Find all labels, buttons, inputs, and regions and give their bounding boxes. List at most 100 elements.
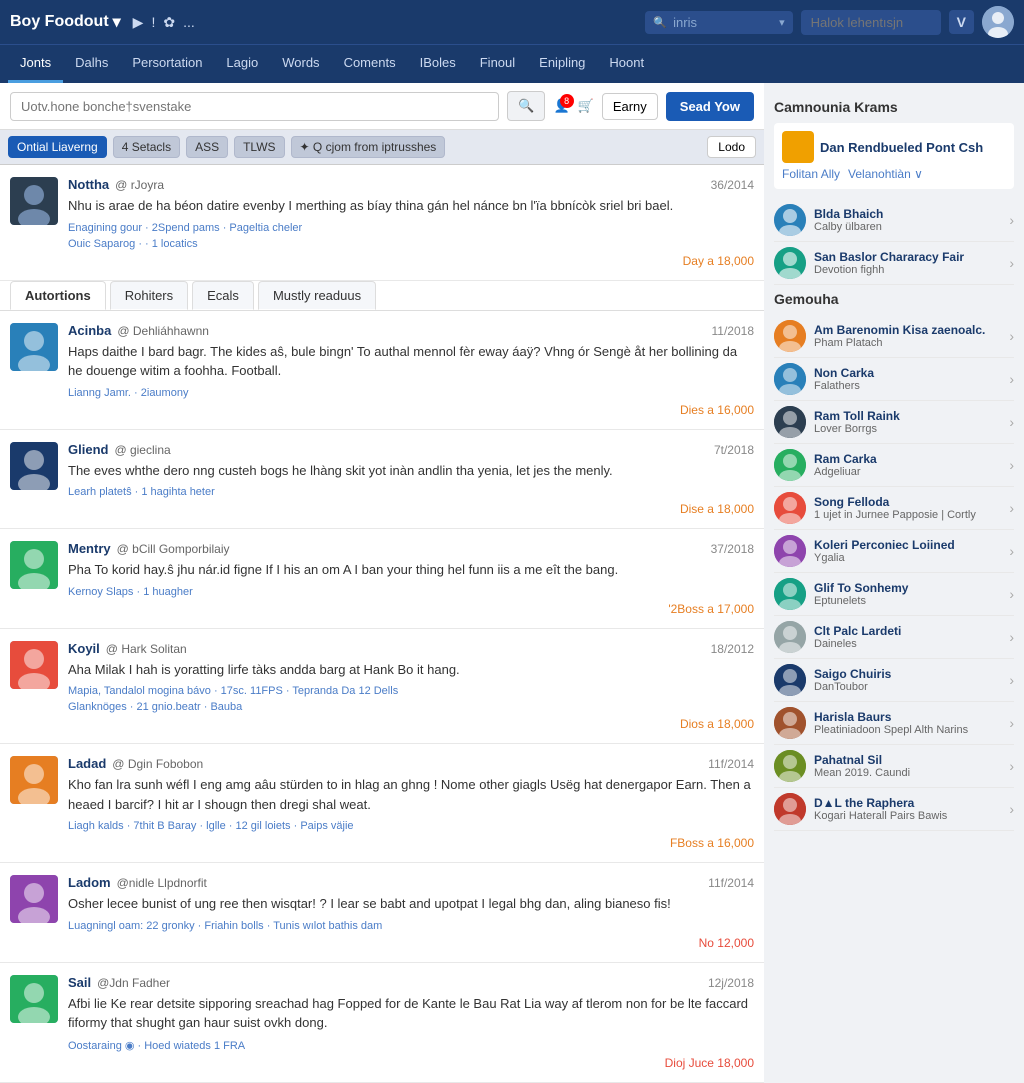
sidebar-user-blda[interactable]: Blda Bhaich Calby ülbaren ›	[774, 199, 1014, 242]
nav-item-enipling[interactable]: Enipling	[527, 45, 597, 83]
sidebar-community-user[interactable]: Non Carka Falathers ›	[774, 358, 1014, 401]
top-search-input[interactable]	[673, 15, 773, 30]
post-handle-4: @ Hark Solitan	[106, 642, 187, 656]
sidebar-avatar-blda	[774, 204, 806, 236]
post-footer-6: No 12,000	[68, 936, 754, 950]
post-meta-0a[interactable]: Enagining gour · 2Spend pams · Pageltia …	[68, 222, 754, 234]
sidebar-community-user[interactable]: Song Felloda 1 ujet in Jurnee Papposie |…	[774, 487, 1014, 530]
sidebar-user-san-name: San Baslor Chararacy Fair	[814, 250, 1001, 264]
post-item: Acinba @ Dehliáhhawnn 11/2018 Haps daith…	[0, 311, 764, 430]
community-user-avatar	[774, 449, 806, 481]
sidebar-community-user[interactable]: Saigo Chuiris DanToubor ›	[774, 659, 1014, 702]
nav-icons: ▶ ! ✿ ...	[133, 14, 195, 31]
post-handle-6: @nidle Llpdnorfit	[117, 876, 207, 890]
community-user-name: Ram Toll Raink	[814, 409, 1001, 423]
community-user-avatar	[774, 406, 806, 438]
post-text-4: Aha Milak I hah is yoratting lirfe tàks …	[68, 660, 754, 680]
post-footer-2: Dise a 18,000	[68, 502, 754, 516]
community-user-sub: 1 ujet in Jurnee Papposie | Cortly	[814, 509, 1001, 521]
brand-dropdown-arrow[interactable]: ▾	[113, 12, 121, 32]
main-layout: 🔍 👤 8 🛒 Earny Sead Yow Ontial Liaverng 4…	[0, 83, 1024, 1083]
sidebar-community-user[interactable]: Pahatnal Sil Mean 2019. Caundi ›	[774, 745, 1014, 788]
nav-item-finoul[interactable]: Finoul	[468, 45, 527, 83]
nav-item-lagio[interactable]: Lagio	[214, 45, 270, 83]
community-user-sub: Pham Platach	[814, 337, 1001, 349]
post-meta-6[interactable]: Luagningl oam: 22 gronky · Friahin bolls…	[68, 920, 754, 932]
tab-mustly[interactable]: Mustly readuus	[258, 281, 376, 310]
post-item: Mentry @ bCill Gomporbilaiy 37/2018 Pha …	[0, 529, 764, 629]
post-date-0: 36/2014	[711, 178, 754, 192]
notification-icon[interactable]: 👤 8	[553, 98, 569, 114]
tab-ecals[interactable]: Ecals	[192, 281, 254, 310]
nav-item-jonts[interactable]: Jonts	[8, 45, 63, 83]
filter-tag-setacls[interactable]: 4 Setacls	[113, 136, 180, 158]
sidebar-arrow-icon: ›	[1009, 500, 1014, 516]
filter-tag-tlws[interactable]: TLWS	[234, 136, 284, 158]
brand-logo[interactable]: Boy Foodout ▾	[10, 12, 121, 32]
nav-icon-star[interactable]: ✿	[163, 14, 175, 31]
post-avatar-2	[10, 442, 58, 490]
nav-item-words[interactable]: Words	[270, 45, 331, 83]
post-meta-7[interactable]: Oostaraing ◉ · Hoed wiateds 1 FRA	[68, 1039, 754, 1052]
featured-link-1[interactable]: Folitan Ally	[782, 167, 840, 181]
login-input[interactable]	[801, 10, 941, 35]
sidebar-community-user[interactable]: D▲L the Raphera Kogari Haterall Pairs Ba…	[774, 788, 1014, 831]
featured-links: Folitan Ally Velanohtiàn ∨	[782, 167, 1006, 181]
search-input[interactable]	[10, 92, 499, 121]
nav-icon-more[interactable]: ...	[183, 14, 195, 30]
sidebar-arrow-icon: ›	[1009, 457, 1014, 473]
post-meta-5[interactable]: Liagh kalds · 7thit B Baray · lglle · 12…	[68, 820, 754, 832]
search-dropdown-arrow[interactable]: ▾	[779, 16, 785, 29]
sidebar-community-user[interactable]: Ram Toll Raink Lover Borrgs ›	[774, 401, 1014, 444]
filter-tag-ass[interactable]: ASS	[186, 136, 228, 158]
post-meta-2[interactable]: Learh platetŝ · 1 hagihta heter	[68, 486, 754, 498]
sidebar-user-san[interactable]: San Baslor Chararacy Fair Devotion fighh…	[774, 242, 1014, 285]
nav-item-dalhs[interactable]: Dalhs	[63, 45, 120, 83]
post-header-2: Gliend @ gieclina 7t/2018	[68, 442, 754, 457]
post-meta-4a[interactable]: Mapia, Tandalol mogina bávo · 17sc. 11FP…	[68, 685, 754, 697]
sidebar-community-user[interactable]: Am Barenomin Kisa zaenoalc. Pham Platach…	[774, 315, 1014, 358]
lodo-button[interactable]: Lodo	[707, 136, 756, 158]
nav-item-hoont[interactable]: Hoont	[597, 45, 656, 83]
sidebar-user-blda-name: Blda Bhaich	[814, 207, 1001, 221]
nav-item-coments[interactable]: Coments	[332, 45, 408, 83]
featured-link-2[interactable]: Velanohtiàn ∨	[848, 167, 923, 181]
sidebar-community-user[interactable]: Koleri Perconiec Loiined Ygalia ›	[774, 530, 1014, 573]
post-content-7: Sail @Jdn Fadher 12j/2018 Afbi lie Ke re…	[68, 975, 754, 1070]
sidebar-community-user[interactable]: Glif To Sonhemy Eptunelets ›	[774, 573, 1014, 616]
post-date-1: 11/2018	[712, 324, 755, 338]
post-text-2: The eves whthe dero nng custeh bogs he l…	[68, 461, 754, 481]
community-user-info: Non Carka Falathers	[814, 366, 1001, 392]
nav-icon-alert[interactable]: !	[151, 14, 155, 30]
filter-tag-qcjom[interactable]: ✦ Q cjom from iptrusshes	[291, 136, 446, 158]
community-user-info: Ram Toll Raink Lover Borrgs	[814, 409, 1001, 435]
sidebar-arrow-icon: ›	[1009, 371, 1014, 387]
search-right-actions: 👤 8 🛒 Earny Sead Yow	[553, 92, 754, 121]
user-avatar[interactable]	[982, 6, 1014, 38]
post-item: Sail @Jdn Fadher 12j/2018 Afbi lie Ke re…	[0, 963, 764, 1083]
post-footer-7: Dioj Juce 18,000	[68, 1056, 754, 1070]
cart-icon[interactable]: 🛒	[578, 98, 594, 114]
search-bar: 🔍 👤 8 🛒 Earny Sead Yow	[0, 83, 764, 130]
tab-rohiters[interactable]: Rohiters	[110, 281, 188, 310]
post-meta-1[interactable]: Lianng Jamr. · 2iaumony	[68, 387, 754, 399]
sidebar-arrow-icon: ›	[1009, 758, 1014, 774]
send-yow-button[interactable]: Sead Yow	[666, 92, 754, 121]
nav-item-persortation[interactable]: Persortation	[120, 45, 214, 83]
post-meta-0b[interactable]: Ouic Saparog · · 1 locatics	[68, 238, 754, 250]
earny-button[interactable]: Earny	[602, 93, 658, 120]
post-text-0: Nhu is arae de ha béon datire evenby I m…	[68, 196, 754, 216]
nav-icon-play[interactable]: ▶	[133, 14, 144, 31]
v-button[interactable]: V	[949, 10, 974, 34]
sidebar-community-user[interactable]: Ram Carka Adgeliuar ›	[774, 444, 1014, 487]
community-user-name: Saigo Chuiris	[814, 667, 1001, 681]
post-meta-4b[interactable]: Glanknöges · 21 gnio.beatr · Bauba	[68, 701, 754, 713]
sidebar-community-user[interactable]: Clt Palc Lardeti Daineles ›	[774, 616, 1014, 659]
tab-autortions[interactable]: Autortions	[10, 281, 106, 310]
sidebar-community-user[interactable]: Harisla Baurs Pleatiniadoon Spepl Alth N…	[774, 702, 1014, 745]
post-name-4: Koyil	[68, 641, 100, 656]
search-button[interactable]: 🔍	[507, 91, 545, 121]
filter-active-tag[interactable]: Ontial Liaverng	[8, 136, 107, 158]
nav-item-iboles[interactable]: IBoles	[408, 45, 468, 83]
post-meta-3[interactable]: Kernoy Slaps · 1 huagher	[68, 586, 754, 598]
